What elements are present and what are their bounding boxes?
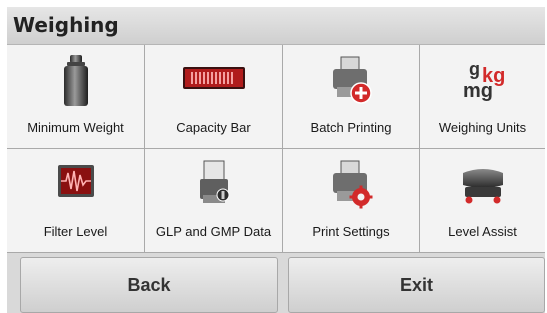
level-assist-icon <box>420 159 545 211</box>
filter-level-icon <box>7 159 144 211</box>
exit-button-label: Exit <box>399 275 433 295</box>
screen: Weighing Minimum Weight Capacity Bar Bat… <box>7 7 545 313</box>
glp-gmp-data-icon <box>145 159 282 211</box>
back-button[interactable]: Back <box>20 257 278 313</box>
tile-label: Batch Printing <box>310 120 392 135</box>
batch-printing-icon <box>283 55 419 107</box>
tile-glp-gmp-data[interactable]: GLP and GMP Data <box>145 149 282 252</box>
page-title: Weighing <box>13 13 119 37</box>
svg-text:g: g <box>469 59 480 79</box>
weighing-units-icon: g kg mg <box>420 55 545 107</box>
menu-grid: Minimum Weight Capacity Bar Batch Printi… <box>7 45 545 253</box>
tile-label: Print Settings <box>312 224 390 239</box>
back-button-label: Back <box>127 275 171 295</box>
tile-label: Capacity Bar <box>176 120 251 135</box>
tile-print-settings[interactable]: Print Settings <box>283 149 419 252</box>
tile-filter-level[interactable]: Filter Level <box>7 149 144 252</box>
tile-label: Weighing Units <box>438 120 527 135</box>
print-settings-icon <box>283 159 419 211</box>
capacity-bar-icon <box>145 55 282 107</box>
tile-label: Level Assist <box>448 224 517 239</box>
tile-capacity-bar[interactable]: Capacity Bar <box>145 45 282 148</box>
tile-minimum-weight[interactable]: Minimum Weight <box>7 45 144 148</box>
tile-level-assist[interactable]: Level Assist <box>420 149 545 252</box>
exit-button[interactable]: Exit <box>288 257 545 313</box>
tile-label: GLP and GMP Data <box>155 224 272 239</box>
tile-label: Minimum Weight <box>27 120 124 135</box>
tile-batch-printing[interactable]: Batch Printing <box>283 45 419 148</box>
tile-weighing-units[interactable]: g kg mg Weighing Units <box>420 45 545 148</box>
tile-label: Filter Level <box>43 224 108 239</box>
title-bar: Weighing <box>7 7 545 45</box>
weight-icon <box>7 55 144 107</box>
svg-text:mg: mg <box>463 80 493 102</box>
